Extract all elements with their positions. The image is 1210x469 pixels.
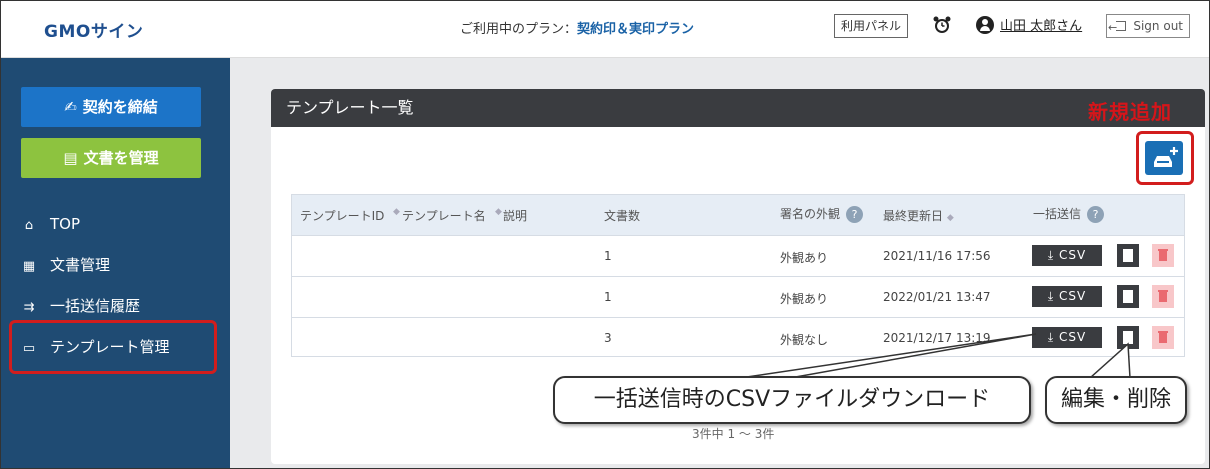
top-header: GMOサイン ご利用中のプラン：契約印＆実印プラン 利用パネル 山田 太郎さん … — [0, 0, 1210, 58]
sidebar: ✍ 契約を締結 ▤ 文書を管理 ⌂ TOP ▦ 文書管理 ⇉ 一括送信履歴 ▭ テンプレート… — [0, 58, 230, 469]
table-row: 1 外観あり 2022/01/21 13:47 ⤓ CSV — [292, 276, 1184, 317]
plan-name: 契約印＆実印プラン — [577, 22, 695, 37]
csv-button-label: CSV — [1058, 289, 1087, 303]
csv-download-callout: 一括送信時のCSVファイルダウンロード — [553, 376, 1031, 424]
download-icon: ⤓ — [1047, 248, 1059, 262]
sort-icon[interactable]: ◆ — [495, 207, 502, 217]
table-row: 3 外観なし 2021/12/17 13:19 ⤓ CSV — [292, 317, 1184, 358]
new-add-annotation: 新規追加 — [1088, 100, 1172, 124]
sidebar-item-bulk-history[interactable]: ⇉ 一括送信履歴 — [20, 294, 140, 318]
col-bulk-send: 一括送信? — [1033, 205, 1105, 223]
sidebar-item-label: TOP — [50, 215, 81, 233]
col-doc-count: 文書数 — [604, 209, 641, 223]
user-icon — [976, 15, 994, 34]
alarm-clock-icon[interactable] — [932, 15, 952, 35]
sidebar-item-label: 一括送信履歴 — [50, 297, 141, 315]
download-icon: ⤓ — [1047, 330, 1059, 344]
csv-download-button[interactable]: ⤓ CSV — [1032, 245, 1102, 266]
home-icon: ⌂ — [24, 218, 34, 233]
contract-button-label: 契約を締結 — [82, 98, 158, 116]
trash-icon[interactable] — [1152, 244, 1174, 267]
sidebar-item-documents[interactable]: ▦ 文書管理 — [20, 253, 110, 277]
download-icon: ⤓ — [1047, 289, 1059, 303]
page-title: テンプレート一覧 — [271, 89, 1205, 127]
trash-icon[interactable] — [1152, 285, 1174, 308]
edit-icon[interactable] — [1117, 285, 1139, 308]
col-last-updated-label: 最終更新日 — [883, 209, 944, 223]
col-template-name[interactable]: テンプレート名 — [402, 207, 486, 224]
table-header: テンプレートID ◆ テンプレート名 ◆ 説明 文書数 署名の外観? 最終更新日… — [292, 195, 1184, 235]
plan-info: ご利用中のプラン：契約印＆実印プラン — [460, 18, 694, 37]
col-description: 説明 — [503, 209, 528, 223]
app-logo[interactable]: GMOサイン — [44, 17, 143, 42]
help-icon[interactable]: ? — [846, 206, 864, 223]
edit-delete-callout: 編集・削除 — [1045, 376, 1187, 424]
doc-count: 3 — [604, 331, 612, 345]
signature-appearance: 外観なし — [780, 333, 829, 347]
trash-icon[interactable] — [1152, 326, 1174, 349]
last-updated: 2021/12/17 13:19 — [883, 331, 991, 345]
pagination-summary: 3件中 1 〜 3件 — [692, 427, 775, 441]
usage-panel-button[interactable]: 利用パネル — [834, 14, 908, 38]
table-icon: ▦ — [22, 259, 36, 274]
signature-appearance: 外観あり — [780, 251, 829, 265]
sort-icon[interactable]: ◆ — [947, 213, 954, 223]
sign-out-label: Sign out — [1133, 19, 1183, 33]
new-template-button[interactable] — [1145, 141, 1183, 175]
bulk-send-icon: ⇉ — [23, 300, 35, 315]
edit-icon[interactable] — [1117, 326, 1139, 349]
sidebar-item-label: 文書管理 — [50, 256, 111, 274]
table-row: 1 外観あり 2021/11/16 17:56 ⤓ CSV — [292, 235, 1184, 276]
sign-out-button[interactable]: Sign out — [1106, 14, 1190, 39]
sidebar-item-top[interactable]: ⌂ TOP — [20, 212, 80, 236]
last-updated: 2021/11/16 17:56 — [883, 249, 991, 263]
sort-icon[interactable]: ◆ — [393, 207, 400, 217]
help-icon[interactable]: ? — [1087, 206, 1105, 223]
manage-docs-button-label: 文書を管理 — [83, 149, 159, 167]
plan-label: ご利用中のプラン： — [460, 22, 578, 37]
col-signature-appearance-label: 署名の外観 — [780, 207, 841, 221]
signature-appearance: 外観あり — [780, 292, 829, 306]
edit-icon[interactable] — [1117, 244, 1139, 267]
col-bulk-send-label: 一括送信 — [1033, 207, 1082, 221]
csv-download-button[interactable]: ⤓ CSV — [1032, 327, 1102, 348]
col-template-id[interactable]: テンプレートID — [300, 207, 384, 224]
csv-button-label: CSV — [1058, 248, 1087, 262]
contract-button[interactable]: ✍ 契約を締結 — [21, 87, 201, 127]
add-template-icon — [1154, 147, 1178, 167]
manage-docs-button[interactable]: ▤ 文書を管理 — [21, 138, 201, 178]
user-menu[interactable]: 山田 太郎さん — [976, 15, 1082, 34]
template-table: テンプレートID ◆ テンプレート名 ◆ 説明 文書数 署名の外観? 最終更新日… — [291, 194, 1185, 357]
handshake-icon: ✍ — [64, 98, 77, 116]
col-signature-appearance: 署名の外観? — [780, 205, 864, 223]
templates-highlight-box — [9, 320, 217, 374]
user-name[interactable]: 山田 太郎さん — [1000, 19, 1082, 34]
doc-count: 1 — [604, 290, 612, 304]
last-updated: 2022/01/21 13:47 — [883, 290, 991, 304]
col-last-updated[interactable]: 最終更新日 ◆ — [883, 207, 954, 224]
sign-out-icon — [1108, 17, 1126, 39]
csv-download-button[interactable]: ⤓ CSV — [1032, 286, 1102, 307]
doc-count: 1 — [604, 249, 612, 263]
csv-button-label: CSV — [1058, 330, 1087, 344]
document-icon: ▤ — [63, 149, 78, 167]
